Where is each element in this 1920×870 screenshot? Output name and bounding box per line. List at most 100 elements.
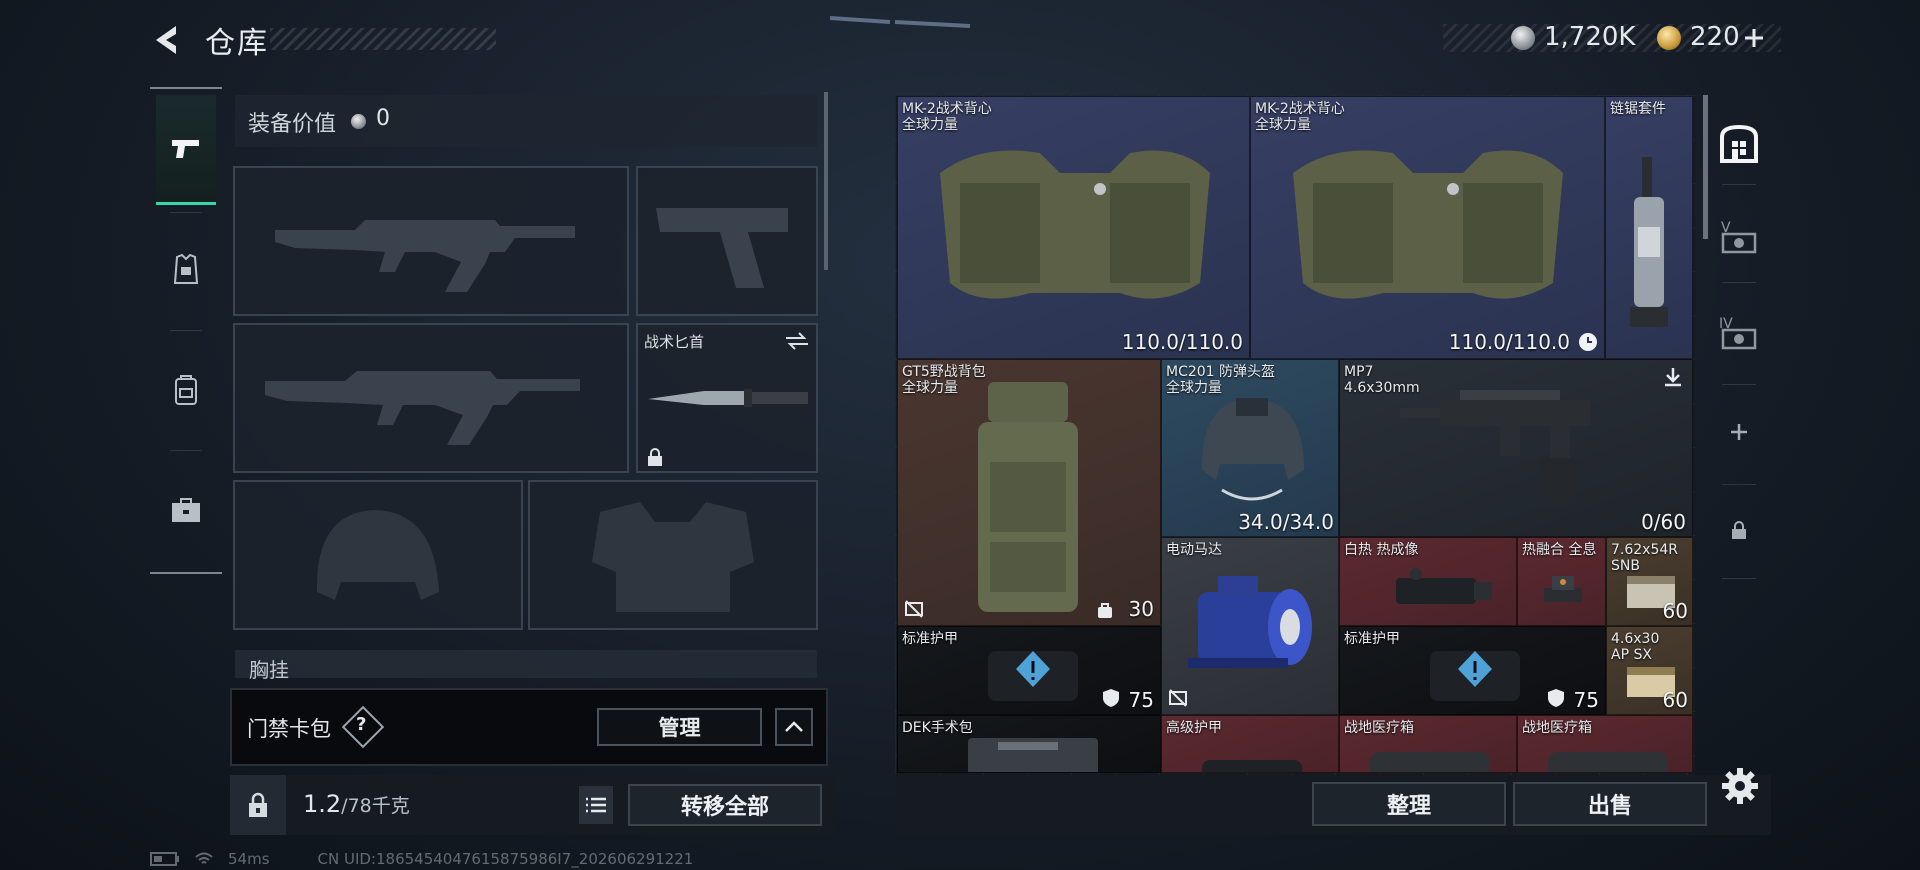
knife-label: 战术匕首 [644, 333, 705, 351]
item-762-ammo[interactable]: 7.62x54R SNB 60 [1606, 537, 1693, 626]
item-field-medkit[interactable]: 战地医疗箱 [1339, 715, 1517, 773]
transfer-all-button[interactable]: 转移全部 [628, 784, 822, 826]
helmet-slot[interactable] [233, 480, 523, 630]
tab-separator [170, 330, 202, 331]
knife-slot[interactable]: 战术匕首 [636, 323, 818, 473]
item-subtitle: 全球力量 [902, 117, 958, 133]
item-name: 高级护甲 [1166, 720, 1222, 736]
item-gt5-backpack[interactable]: GT5野战背包 全球力量 30 [897, 359, 1161, 626]
item-46-ammo[interactable]: 4.6x30 AP SX 60 [1606, 626, 1693, 715]
item-mc201-helmet[interactable]: MC201 防弹头盔 全球力量 34.0/34.0 [1161, 359, 1339, 537]
capacity-weight: 1.2/78千克 [303, 790, 410, 818]
backpack-item-icon [978, 382, 1078, 612]
stash-icon [1720, 124, 1758, 163]
stash-v-icon: V [1721, 220, 1757, 254]
swap-icon[interactable] [784, 331, 810, 351]
item-standard-armor[interactable]: 标准护甲 75 [1339, 626, 1606, 715]
item-name: 4.6x30 [1611, 631, 1660, 647]
add-currency-icon[interactable] [1742, 26, 1766, 50]
tab-weapons[interactable] [156, 95, 216, 205]
item-name: MK-2战术背心 [902, 101, 992, 117]
tactical-vest-icon [1293, 150, 1563, 299]
sidebar-separator [1722, 384, 1756, 385]
pistol-icon [172, 139, 199, 158]
item-name: 电动马达 [1166, 542, 1222, 558]
gear-icon[interactable] [1720, 766, 1760, 806]
sidebar-stash-v-button[interactable]: V [1710, 204, 1768, 272]
item-electric-motor[interactable]: 电动马达 [1161, 537, 1339, 715]
download-icon[interactable] [1662, 366, 1684, 388]
armor-pouch-icon [1430, 651, 1520, 701]
weight-current: 1.2 [303, 790, 342, 818]
item-standard-armor[interactable]: 标准护甲 75 [897, 626, 1161, 715]
sidebar-add-button[interactable] [1710, 398, 1768, 466]
item-holo-sight[interactable]: 热融合 全息 [1517, 537, 1606, 626]
rifle-silhouette-icon [275, 220, 575, 292]
thermal-scope-icon [1396, 568, 1492, 604]
sidebar-stash-iv-button[interactable]: IV [1710, 300, 1768, 368]
item-ammo-count: 0/60 [1641, 510, 1686, 534]
item-name: MP7 [1344, 364, 1374, 380]
list-view-button[interactable] [579, 786, 613, 824]
item-name: 战地医疗箱 [1344, 720, 1414, 736]
item-mk2-vest[interactable]: MK-2战术背心 全球力量 110.0/110.0 [897, 96, 1250, 359]
item-dek-surgery-kit[interactable]: DEK手术包 [897, 715, 1161, 773]
sidebar-separator [1722, 578, 1756, 579]
primary-weapon-slot[interactable] [233, 166, 629, 316]
body-armor-slot[interactable] [528, 480, 818, 630]
list-icon [586, 797, 606, 813]
chest-rig-label: 胸挂 [249, 658, 289, 682]
tab-backpack[interactable] [156, 335, 216, 445]
item-capacity: 30 [1128, 597, 1154, 621]
sidearm-slot[interactable] [636, 166, 818, 316]
chevron-up-icon [785, 721, 803, 732]
armor-pouch-icon [1202, 760, 1302, 772]
plus-icon [1731, 424, 1747, 440]
sidebar-separator [1722, 184, 1756, 185]
capacity-lock-button[interactable] [230, 775, 286, 835]
sell-button[interactable]: 出售 [1513, 782, 1707, 826]
tabs-top-line [150, 87, 222, 89]
left-scrollbar[interactable] [824, 92, 828, 270]
sidebar-stash-button[interactable] [1710, 110, 1768, 178]
back-arrow-icon[interactable] [150, 22, 182, 58]
shield-icon [1548, 689, 1564, 707]
item-thermal-scope[interactable]: 白热 热成像 [1339, 537, 1517, 626]
manage-button[interactable]: 管理 [597, 708, 762, 746]
item-durability: 75 [1573, 688, 1599, 712]
equipment-value-label: 装备价值 [248, 112, 337, 137]
secondary-weapon-slot[interactable] [233, 323, 629, 473]
equipment-value: 0 [376, 106, 390, 131]
lock-icon [249, 792, 267, 817]
uid-text: CN UID:1865454047615875986I7_20260629122… [317, 850, 694, 868]
stash-scrollbar[interactable] [1703, 95, 1708, 239]
helmet-item-icon [1201, 398, 1304, 501]
chainsaw-icon [1630, 157, 1668, 327]
gold-coin-icon [1657, 26, 1681, 50]
help-question-mark: ? [356, 714, 367, 735]
item-name: 链锯套件 [1610, 101, 1666, 117]
item-advanced-armor[interactable]: 高级护甲 [1161, 715, 1339, 773]
item-chainsaw-kit[interactable]: 链锯套件 [1605, 96, 1693, 359]
tab-armor[interactable] [156, 215, 216, 325]
item-subtitle: 全球力量 [1255, 117, 1311, 133]
helmet-silhouette-icon [316, 510, 439, 600]
item-name: 白热 热成像 [1344, 542, 1419, 558]
item-durability: 34.0/34.0 [1238, 510, 1334, 534]
tactical-knife-icon [648, 389, 808, 407]
sidebar-locked-slot[interactable] [1710, 496, 1768, 564]
header-decoration [830, 16, 970, 28]
vest-silhouette-icon [592, 502, 754, 612]
sort-button[interactable]: 整理 [1312, 782, 1506, 826]
collapse-button[interactable] [775, 708, 813, 746]
silver-coin-icon [1511, 26, 1535, 50]
shield-icon [1103, 689, 1119, 707]
lock-icon [1732, 521, 1746, 539]
item-mk2-vest[interactable]: MK-2战术背心 全球力量 110.0/110.0 [1250, 96, 1605, 359]
item-field-medkit[interactable]: 战地医疗箱 [1517, 715, 1693, 773]
chest-rig-row[interactable] [235, 650, 817, 678]
lock-icon [648, 448, 662, 466]
item-mp7[interactable]: MP7 4.6x30mm 0/60 [1339, 359, 1693, 537]
medkit-icon [1548, 752, 1668, 772]
tab-case[interactable] [156, 455, 216, 565]
